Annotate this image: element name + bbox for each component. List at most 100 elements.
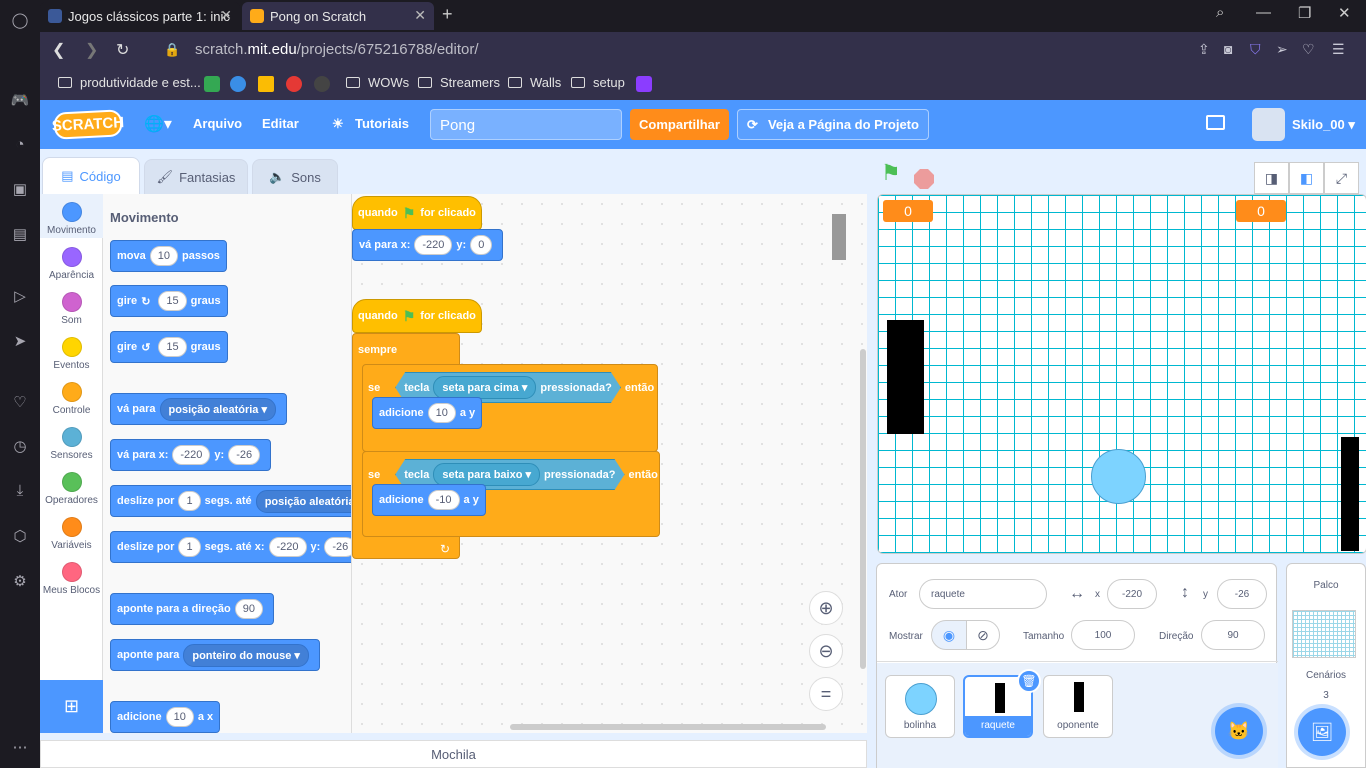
script-horizontal-scrollbar[interactable] bbox=[510, 724, 826, 730]
tutorials-icon[interactable]: ☀ bbox=[332, 116, 344, 132]
meet-icon[interactable] bbox=[204, 76, 220, 92]
add-backdrop-icon[interactable]: 🖼 bbox=[1298, 708, 1346, 756]
block-input[interactable]: -26 bbox=[228, 445, 261, 465]
block-go-to[interactable]: vá para posição aleatória bbox=[110, 393, 287, 425]
green-flag-icon[interactable]: ⚑ bbox=[881, 160, 901, 186]
zoom-in-icon[interactable]: ⊕ bbox=[809, 591, 843, 625]
restore-icon[interactable]: ❐ bbox=[1298, 4, 1311, 22]
size-input[interactable]: 100 bbox=[1071, 620, 1135, 650]
add-extension-button[interactable]: ⊞ bbox=[40, 680, 103, 733]
speedometer-icon[interactable]: ◔ bbox=[8, 132, 32, 156]
hide-eye-icon[interactable]: ⊘ bbox=[966, 620, 1000, 650]
share-button[interactable]: Compartilhar bbox=[630, 109, 729, 140]
block-input[interactable]: 1 bbox=[178, 537, 201, 557]
backpack[interactable]: Mochila bbox=[40, 740, 867, 768]
script-vertical-scrollbar[interactable] bbox=[860, 349, 866, 669]
block-glide-to[interactable]: deslize por 1 segs. até posição aleatória bbox=[110, 485, 351, 517]
block-point-towards[interactable]: aponte para ponteiro do mouse bbox=[110, 639, 320, 671]
gamepad-icon[interactable]: 🎮 bbox=[8, 88, 32, 112]
heart-icon[interactable]: ♡ bbox=[1302, 41, 1315, 58]
globe-icon[interactable] bbox=[230, 76, 246, 92]
player-icon[interactable]: ▷ bbox=[8, 284, 32, 308]
sprite-name-input[interactable]: raquete bbox=[919, 579, 1047, 609]
block-move-steps[interactable]: mova 10 passos bbox=[110, 240, 227, 272]
drive-icon[interactable] bbox=[258, 76, 274, 92]
more-icon[interactable]: ⋯ bbox=[8, 735, 32, 759]
sprite-raquete[interactable] bbox=[887, 320, 924, 434]
block-turn-right[interactable]: gire ↻ 15 graus bbox=[110, 285, 228, 317]
hat-when-flag-clicked-1[interactable]: quando ⚑ for clicado bbox=[352, 196, 482, 230]
block-input[interactable]: 15 bbox=[158, 337, 187, 357]
block-go-to-xy-script[interactable]: vá para x: -220 y: 0 bbox=[352, 229, 504, 261]
category-looks[interactable]: Aparência bbox=[40, 243, 103, 288]
block-input[interactable]: -220 bbox=[414, 235, 453, 255]
close-tab-icon[interactable]: ✕ bbox=[220, 7, 232, 24]
send-icon[interactable]: ➢ bbox=[1276, 41, 1288, 58]
sprite-bolinha[interactable] bbox=[1091, 449, 1146, 504]
category-control[interactable]: Controle bbox=[40, 378, 103, 423]
hat-when-flag-clicked-2[interactable]: quando ⚑ for clicado bbox=[352, 299, 482, 333]
username-menu[interactable]: Skilo_00 ▾ bbox=[1292, 117, 1355, 133]
file-menu[interactable]: Arquivo bbox=[193, 116, 242, 131]
stop-icon[interactable] bbox=[914, 169, 934, 189]
y-input[interactable]: -26 bbox=[1217, 579, 1267, 609]
close-tab-icon[interactable]: ✕ bbox=[414, 7, 426, 24]
vpn-shield-icon[interactable]: ⛉ bbox=[1250, 41, 1261, 58]
category-my-blocks[interactable]: Meus Blocos bbox=[40, 558, 103, 603]
scratch-logo[interactable]: SCRATCH bbox=[51, 109, 125, 140]
sprite-oponente[interactable] bbox=[1341, 437, 1359, 551]
bookmark-wows[interactable]: WOWs bbox=[346, 75, 409, 90]
block-go-to-xy[interactable]: vá para x: -220 y: -26 bbox=[110, 439, 272, 471]
key-dropdown[interactable]: seta para cima bbox=[433, 376, 536, 399]
block-input[interactable]: 10 bbox=[165, 707, 194, 727]
block-input[interactable]: 15 bbox=[158, 291, 187, 311]
history-icon[interactable]: ◷ bbox=[8, 434, 32, 458]
x-input[interactable]: -220 bbox=[1107, 579, 1157, 609]
user-avatar[interactable] bbox=[1252, 108, 1285, 141]
block-change-x[interactable]: adicione 10 a x bbox=[110, 701, 221, 733]
flash-icon[interactable] bbox=[286, 76, 302, 92]
language-globe-icon[interactable]: 🌐▾ bbox=[144, 114, 172, 134]
url-field[interactable]: scratch.mit.edu/projects/675216788/edito… bbox=[195, 41, 479, 58]
stage-selector[interactable]: Palco Cenários 3 🖼 bbox=[1286, 563, 1366, 768]
block-dropdown[interactable]: posição aleatória bbox=[159, 397, 276, 421]
direction-input[interactable]: 90 bbox=[1201, 620, 1265, 650]
project-title-input[interactable]: Pong bbox=[430, 109, 622, 140]
cube-icon[interactable]: ⬡ bbox=[8, 524, 32, 548]
bag-icon[interactable]: ▣ bbox=[8, 177, 32, 201]
see-project-page-button[interactable]: ⟳ Veja a Página do Projeto bbox=[737, 109, 929, 140]
block-dropdown[interactable]: posição aleatória bbox=[255, 489, 351, 513]
block-glide-to-xy[interactable]: deslize por 1 segs. até x: -220 y: -26 bbox=[110, 531, 351, 563]
twitch-bolt-icon[interactable] bbox=[636, 76, 652, 92]
sprite-card-raquete[interactable]: raquete 🗑 bbox=[963, 669, 1041, 738]
sprite-card-oponente[interactable]: oponente bbox=[1043, 675, 1113, 738]
camera-icon[interactable]: ◙ bbox=[1224, 41, 1232, 57]
forward-icon[interactable]: ❯ bbox=[85, 40, 98, 60]
tab-costumes[interactable]: 🖌 Fantasias bbox=[144, 159, 248, 194]
block-change-y-down[interactable]: adicione -10 a y bbox=[372, 484, 486, 516]
edit-menu[interactable]: Editar bbox=[262, 116, 299, 131]
search-tabs-icon[interactable]: ⌕ bbox=[1216, 4, 1224, 21]
category-sensing[interactable]: Sensores bbox=[40, 423, 103, 468]
block-input[interactable]: 10 bbox=[149, 246, 178, 266]
tab-sounds[interactable]: 🔈 Sons bbox=[252, 159, 338, 194]
category-sound[interactable]: Som bbox=[40, 288, 103, 333]
add-sprite-cat-icon[interactable]: 🐱 bbox=[1215, 707, 1263, 755]
fullscreen-icon[interactable]: ⤢ bbox=[1324, 162, 1359, 194]
show-eye-icon[interactable]: ◉ bbox=[931, 620, 967, 650]
twitch-icon[interactable]: ▤ bbox=[8, 222, 32, 246]
bookmark-streamers[interactable]: Streamers bbox=[418, 75, 500, 90]
block-input[interactable]: 10 bbox=[427, 403, 456, 423]
bookmark-walls[interactable]: Walls bbox=[508, 75, 561, 90]
bookmark-setup[interactable]: setup bbox=[571, 75, 625, 90]
tab-code[interactable]: ▤ Código bbox=[42, 157, 140, 194]
key-dropdown[interactable]: seta para baixo bbox=[433, 463, 540, 486]
easy-setup-icon[interactable]: ☰ bbox=[1332, 41, 1345, 58]
settings-gear-icon[interactable]: ⚙ bbox=[8, 569, 32, 593]
minimize-icon[interactable]: — bbox=[1256, 4, 1271, 21]
heart-icon[interactable]: ♡ bbox=[8, 390, 32, 414]
browser-tab-jogos[interactable]: Jogos clássicos parte 1: inic ✕ bbox=[40, 2, 240, 30]
category-operators[interactable]: Operadores bbox=[40, 468, 103, 513]
opera-logo-icon[interactable]: ◯ bbox=[8, 8, 32, 32]
block-point-in-direction[interactable]: aponte para a direção 90 bbox=[110, 593, 274, 625]
